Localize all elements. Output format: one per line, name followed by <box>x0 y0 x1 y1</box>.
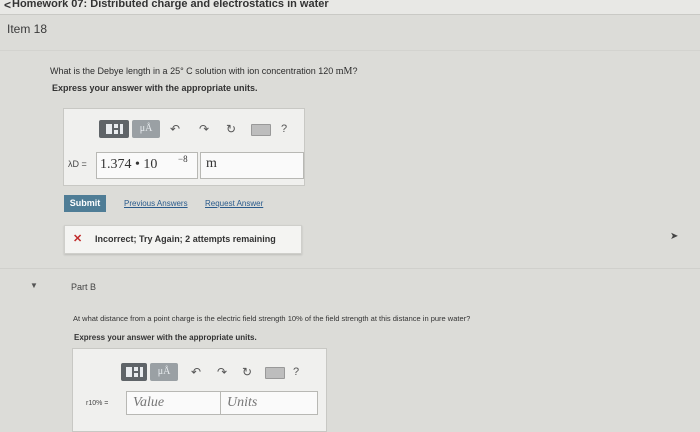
part-b-question: At what distance from a point charge is … <box>73 314 471 323</box>
part-b-instruction: Express your answer with the appropriate… <box>74 333 257 342</box>
debye-length-label: λD = <box>68 159 87 169</box>
part-b-label[interactable]: Part B <box>71 282 96 292</box>
part-a-question-suffix: ? <box>352 66 358 76</box>
part-a-toolbar: μÅ ↶ ↷ ↻ ? <box>99 120 304 138</box>
undo-icon[interactable]: ↶ <box>170 120 180 138</box>
templates-icon[interactable] <box>99 120 129 138</box>
value-input[interactable] <box>126 391 230 415</box>
divider <box>0 268 700 269</box>
item-title: Item 18 <box>7 22 48 36</box>
submit-button[interactable]: Submit <box>64 195 106 212</box>
feedback-box: ✕ Incorrect; Try Again; 2 attempts remai… <box>64 225 302 254</box>
help-icon[interactable]: ? <box>293 363 299 381</box>
units-button[interactable]: μÅ <box>150 363 178 381</box>
cursor-arrow-icon: ➤ <box>670 231 679 242</box>
part-a-question-prefix: What is the Debye length in a 25° C solu… <box>50 66 336 76</box>
r10-label: r10% = <box>86 400 109 407</box>
keyboard-icon[interactable] <box>265 367 285 379</box>
part-b-answer-box: μÅ ↶ ↷ ↻ ? r10% = <box>72 348 327 432</box>
units-input[interactable] <box>220 391 318 415</box>
feedback-message: Incorrect; Try Again; 2 attempts remaini… <box>95 234 276 244</box>
previous-answers-link[interactable]: Previous Answers <box>124 199 188 208</box>
part-a-answer-box: μÅ ↶ ↷ ↻ ? λD = 1.374 • 10 −8 m <box>63 108 305 186</box>
keyboard-icon[interactable] <box>251 124 271 136</box>
part-a-question-unit: mM <box>335 66 353 77</box>
help-icon[interactable]: ? <box>281 120 287 138</box>
answer-unit: m <box>206 156 217 171</box>
answer-mantissa: 1.374 • 10 <box>100 157 158 172</box>
answer-value-field[interactable]: 1.374 • 10 −8 <box>96 152 198 179</box>
part-a-instruction: Express your answer with the appropriate… <box>52 83 258 93</box>
redo-icon[interactable]: ↷ <box>217 363 227 381</box>
request-answer-link[interactable]: Request Answer <box>205 199 263 208</box>
undo-icon[interactable]: ↶ <box>191 363 201 381</box>
reset-icon[interactable]: ↻ <box>242 363 252 381</box>
part-a-question: What is the Debye length in a 25° C solu… <box>50 66 357 77</box>
part-b-toolbar: μÅ ↶ ↷ ↻ ? <box>121 363 321 381</box>
answer-exponent: −8 <box>178 154 188 164</box>
top-bar: < Homework 07: Distributed charge and el… <box>0 0 700 15</box>
divider <box>0 50 700 51</box>
units-button[interactable]: μÅ <box>132 120 160 138</box>
incorrect-icon: ✕ <box>73 233 83 245</box>
collapse-chevron-icon[interactable]: ▼ <box>30 281 38 290</box>
reset-icon[interactable]: ↻ <box>226 120 236 138</box>
back-icon[interactable]: < <box>4 0 11 12</box>
answer-units-field[interactable]: m <box>200 152 304 179</box>
templates-icon[interactable] <box>121 363 147 381</box>
redo-icon[interactable]: ↷ <box>199 120 209 138</box>
assignment-title-link[interactable]: Homework 07: Distributed charge and elec… <box>12 0 329 10</box>
